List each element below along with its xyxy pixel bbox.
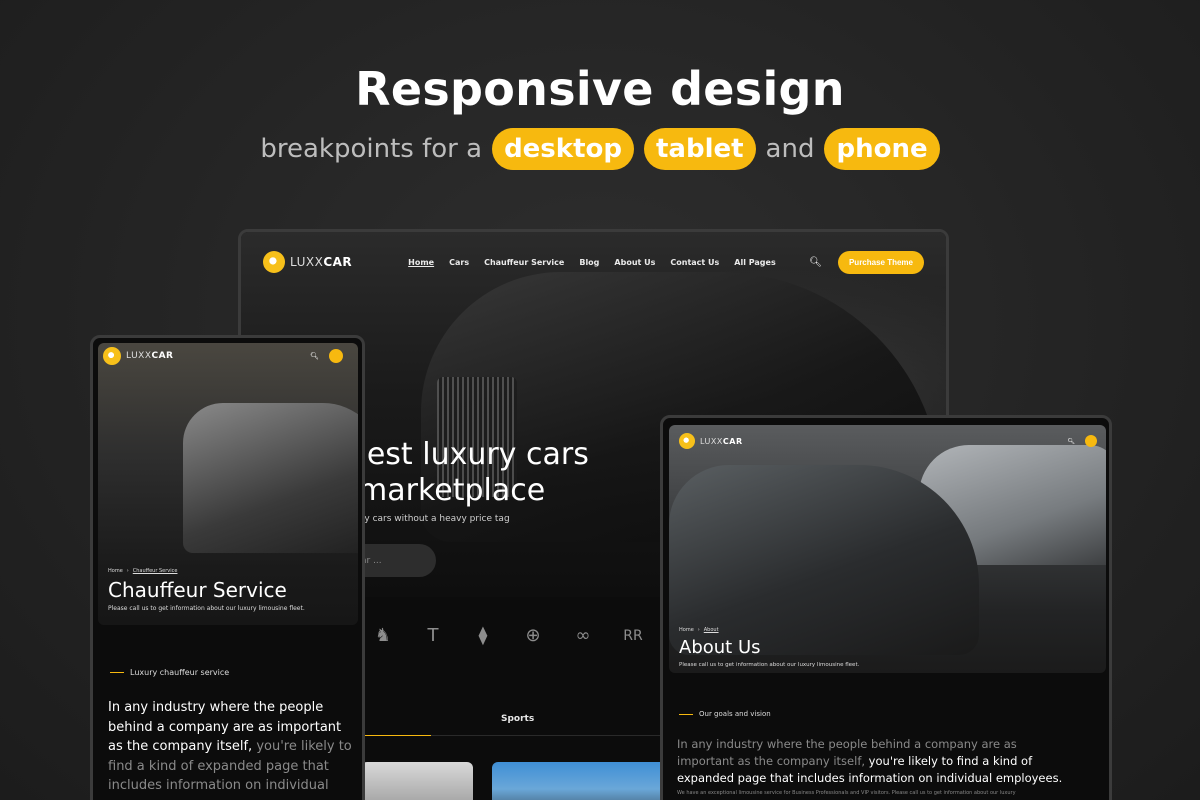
nav-all-pages[interactable]: All Pages (734, 258, 775, 267)
nav-actions: 🔍︎ (1067, 435, 1097, 447)
tablet-navbar: LUXXCAR 🔍︎ (679, 433, 1097, 449)
small-text: We have an exceptional limousine service… (677, 790, 1016, 796)
desktop-navbar: LUXXCAR Home Cars Chauffeur Service Blog… (241, 232, 946, 292)
car-card-image[interactable] (492, 762, 672, 800)
breadcrumb-current[interactable]: About (704, 627, 719, 633)
tesla-icon[interactable]: T (421, 624, 445, 648)
logo-icon (263, 251, 285, 273)
logo-text: LUXXCAR (700, 436, 743, 446)
infiniti-icon[interactable]: ∞ (571, 624, 595, 648)
tab-indicator (361, 735, 431, 736)
search-icon[interactable]: 🔍︎ (1067, 438, 1075, 445)
section-description: Please call us to get information about … (108, 605, 305, 612)
brand-logos: ♞ T ⧫ ⊕ ∞ RR (371, 624, 645, 648)
lincoln-icon[interactable]: ⧫ (471, 624, 495, 648)
intro-paragraph: In any industry where the people behind … (677, 736, 1077, 787)
logo-icon (103, 347, 121, 365)
nav-blog[interactable]: Blog (579, 258, 599, 267)
nav-home[interactable]: Home (408, 258, 434, 267)
ferrari-icon[interactable]: ♞ (371, 624, 395, 648)
page-subtitle: breakpoints for a desktop tablet and pho… (0, 128, 1200, 170)
chevron-right-icon: › (697, 627, 700, 633)
mercedes-icon[interactable]: ⊕ (521, 624, 545, 648)
search-icon[interactable]: 🔍︎ (809, 257, 822, 268)
section-tag: Luxury chauffeur service (110, 668, 229, 677)
hero-car-image (183, 403, 358, 553)
tablet-mockup-right: LUXXCAR 🔍︎ Home › About About Us Please … (660, 415, 1112, 800)
logo[interactable]: LUXXCAR (679, 433, 743, 449)
nav-actions: 🔍︎ (310, 349, 343, 363)
section-title: Chauffeur Service (108, 578, 287, 602)
tablet-navbar: LUXXCAR 🔍︎ (103, 347, 343, 365)
logo[interactable]: LUXXCAR (263, 251, 352, 273)
section-tag-label: Our goals and vision (699, 710, 771, 718)
section-description: Please call us to get information about … (679, 662, 860, 668)
desktop-pill: desktop (492, 128, 634, 170)
intro-paragraph: In any industry where the people behind … (108, 698, 353, 796)
hero-headline: rgest luxury cars marketplace (336, 437, 589, 509)
page-title: Responsive design (355, 62, 845, 116)
logo-text: LUXXCAR (290, 255, 353, 269)
accent-line (110, 672, 124, 673)
logo[interactable]: LUXXCAR (103, 347, 174, 365)
nav-about-us[interactable]: About Us (614, 258, 655, 267)
purchase-theme-button[interactable]: Purchase Theme (837, 250, 924, 274)
logo-icon (679, 433, 695, 449)
nav-actions: 🔍︎ Purchase Theme (809, 250, 924, 274)
breadcrumb-home[interactable]: Home (679, 627, 694, 633)
nav-links: Home Cars Chauffeur Service Blog About U… (408, 258, 776, 267)
menu-icon[interactable] (1085, 435, 1097, 447)
section-tag: Our goals and vision (679, 710, 771, 718)
subtitle-prefix: breakpoints for a (260, 134, 483, 164)
search-icon[interactable]: 🔍︎ (310, 352, 319, 360)
accent-line (679, 713, 693, 715)
rolls-royce-icon[interactable]: RR (621, 624, 645, 648)
phone-pill: phone (824, 128, 940, 170)
breadcrumb-current[interactable]: Chauffeur Service (133, 568, 178, 574)
section-tag-label: Luxury chauffeur service (130, 668, 230, 677)
tablet-mockup-left: LUXXCAR 🔍︎ Home › Chauffeur Service Chau… (90, 335, 365, 800)
subtitle-and: and (765, 134, 815, 164)
car-card-image[interactable] (361, 762, 473, 800)
menu-icon[interactable] (329, 349, 343, 363)
breadcrumb-home[interactable]: Home (108, 568, 123, 574)
nav-contact-us[interactable]: Contact Us (670, 258, 719, 267)
section-title: About Us (679, 637, 761, 658)
chevron-right-icon: › (126, 568, 129, 574)
headline-line-2: marketplace (358, 473, 546, 508)
tablet-pill: tablet (643, 128, 756, 170)
nav-cars[interactable]: Cars (449, 258, 469, 267)
logo-text: LUXXCAR (126, 351, 174, 361)
breadcrumb: Home › About (679, 627, 719, 633)
nav-chauffeur-service[interactable]: Chauffeur Service (484, 258, 564, 267)
about-hero: LUXXCAR 🔍︎ Home › About About Us Please … (669, 425, 1106, 673)
hero-tagline: ury cars without a heavy price tag (355, 514, 510, 524)
tab-sports[interactable]: Sports (501, 714, 534, 724)
headline-line-1: rgest luxury cars (336, 437, 589, 472)
breadcrumb: Home › Chauffeur Service (108, 568, 177, 574)
